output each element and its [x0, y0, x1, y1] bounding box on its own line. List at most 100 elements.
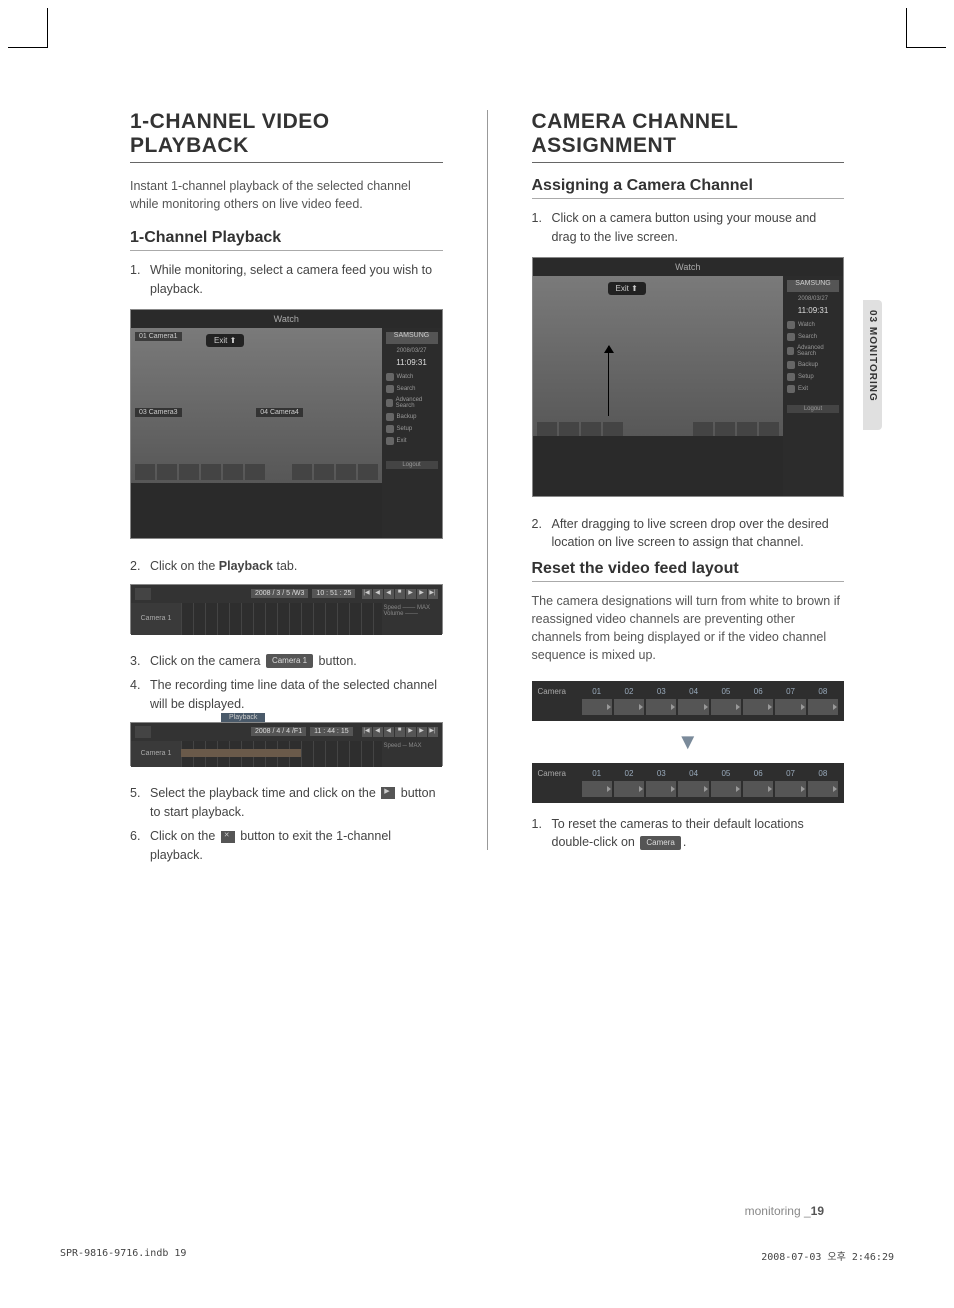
cam-slot[interactable]: [808, 699, 838, 715]
stop-icon[interactable]: ■: [395, 589, 405, 599]
step-2: 2. Click on the Playback tab.: [130, 557, 443, 576]
cam-slot[interactable]: [582, 699, 612, 715]
menu-advsearch[interactable]: Advanced Search: [787, 343, 839, 359]
menu-setup[interactable]: Setup: [386, 423, 438, 435]
step-text: Click on the Playback tab.: [150, 557, 443, 576]
menu-watch[interactable]: Watch: [787, 319, 839, 331]
next-icon[interactable]: ▶: [417, 589, 427, 599]
print-metadata: SPR-9816-9716.indb 19 2008-07-03 오후 2:46…: [60, 1248, 894, 1263]
play-icon[interactable]: ▶: [406, 589, 416, 599]
exit-button[interactable]: Exit ⬆: [608, 282, 646, 295]
step-text: Select the playback time and click on th…: [150, 784, 443, 822]
next-icon[interactable]: ▶: [417, 727, 427, 737]
cam-slot[interactable]: [646, 781, 676, 797]
play-icon-button[interactable]: [381, 787, 395, 799]
camera-label[interactable]: Camera: [538, 769, 582, 797]
layout-btn[interactable]: [179, 464, 199, 480]
rew-icon[interactable]: ◀: [384, 589, 394, 599]
layout-btn[interactable]: [157, 464, 177, 480]
skip-start-icon[interactable]: |◀: [362, 727, 372, 737]
right-column: CAMERA CHANNEL ASSIGNMENT Assigning a Ca…: [532, 110, 845, 871]
tl-time[interactable]: 11 : 44 : 15: [310, 727, 353, 736]
tool-btn[interactable]: [336, 464, 356, 480]
tl-camera-label[interactable]: Camera 1: [131, 603, 181, 635]
menu-backup[interactable]: Backup: [787, 359, 839, 371]
camera1-button[interactable]: Camera 1: [266, 654, 313, 668]
exit-button[interactable]: Exit ⬆: [206, 334, 244, 347]
tl-time[interactable]: 10 : 51 : 25: [312, 589, 355, 598]
playback-controls: |◀ ◀ ◀ ■ ▶ ▶ ▶|: [362, 727, 442, 737]
menu-exit[interactable]: Exit: [386, 435, 438, 447]
camera-label-button[interactable]: Camera: [640, 836, 680, 850]
cam-slot[interactable]: [614, 699, 644, 715]
subheading-assign: Assigning a Camera Channel: [532, 177, 845, 199]
step-num: 1.: [130, 261, 150, 299]
section-heading-assignment: CAMERA CHANNEL ASSIGNMENT: [532, 110, 845, 163]
cam-slot[interactable]: [678, 699, 708, 715]
tool-btn[interactable]: [314, 464, 334, 480]
tl-camera-label[interactable]: Camera 1: [131, 741, 181, 767]
ss-sidebar: SAMSUNG 2008/03/27 11:09:31 Watch Search…: [382, 328, 442, 538]
menu-setup[interactable]: Setup: [787, 371, 839, 383]
logout-button[interactable]: Logout: [386, 461, 438, 469]
timeline-screenshot-1: 2008 / 3 / 5 /W3 10 : 51 : 25 |◀ ◀ ◀ ■ ▶…: [130, 584, 443, 634]
cam-slot[interactable]: [743, 699, 773, 715]
step-text: Click on a camera button using your mous…: [552, 209, 845, 247]
tool-btn[interactable]: [358, 464, 378, 480]
ss-date: 2008/03/27: [787, 296, 839, 302]
layout-btn[interactable]: [135, 464, 155, 480]
cam-slot[interactable]: [808, 781, 838, 797]
ss-bottom-panel: [131, 483, 382, 538]
cam-slot[interactable]: [646, 699, 676, 715]
logout-button[interactable]: Logout: [787, 405, 839, 413]
skip-end-icon[interactable]: ▶|: [428, 727, 438, 737]
ss-date: 2008/03/27: [386, 348, 438, 354]
layout-btn[interactable]: [201, 464, 221, 480]
cam-slot[interactable]: [678, 781, 708, 797]
exit-icon-button[interactable]: [221, 831, 235, 843]
cam-slot[interactable]: [775, 699, 805, 715]
search-icon: [386, 385, 394, 393]
prev-icon[interactable]: ◀: [373, 589, 383, 599]
stop-icon[interactable]: ■: [395, 727, 405, 737]
menu-exit[interactable]: Exit: [787, 383, 839, 395]
menu-backup[interactable]: Backup: [386, 411, 438, 423]
skip-start-icon[interactable]: |◀: [362, 589, 372, 599]
menu-watch[interactable]: Watch: [386, 371, 438, 383]
ss-video-area: Exit ⬆ 01 Camera1 03 Camera3 04 Camera4: [131, 328, 382, 538]
cam-badge-1: 01 Camera1: [135, 332, 182, 341]
tl-date[interactable]: 2008 / 4 / 4 /F1: [251, 727, 306, 736]
menu-search[interactable]: Search: [386, 383, 438, 395]
advsearch-icon: [386, 399, 393, 407]
step-text: While monitoring, select a camera feed y…: [150, 261, 443, 299]
menu-search[interactable]: Search: [787, 331, 839, 343]
tl-date[interactable]: 2008 / 3 / 5 /W3: [251, 589, 308, 598]
playback-tab[interactable]: Playback: [221, 713, 265, 722]
left-column: 1-CHANNEL VIDEO PLAYBACK Instant 1-chann…: [130, 110, 443, 871]
layout-btn[interactable]: [245, 464, 265, 480]
cam-slot[interactable]: [743, 781, 773, 797]
rew-icon[interactable]: ◀: [384, 727, 394, 737]
step-1: 1. While monitoring, select a camera fee…: [130, 261, 443, 299]
play-icon[interactable]: ▶: [406, 727, 416, 737]
step-text: The recording time line data of the sele…: [150, 676, 443, 714]
tl-grid[interactable]: [181, 741, 382, 767]
refresh-icon[interactable]: [135, 588, 151, 600]
cam-slot[interactable]: [614, 781, 644, 797]
layout-btn[interactable]: [223, 464, 243, 480]
screenshot-assign: Watch Exit ⬆: [532, 257, 845, 497]
cam-slot[interactable]: [582, 781, 612, 797]
advsearch-icon: [787, 347, 794, 355]
menu-advsearch[interactable]: Advanced Search: [386, 395, 438, 411]
cam-slot[interactable]: [711, 781, 741, 797]
refresh-icon[interactable]: [135, 726, 151, 738]
reset-intro: The camera designations will turn from w…: [532, 592, 845, 665]
cam-slot[interactable]: [711, 699, 741, 715]
camera-label[interactable]: Camera: [538, 687, 582, 715]
tool-btn[interactable]: [292, 464, 312, 480]
step-num: 6.: [130, 827, 150, 865]
tl-grid[interactable]: [181, 603, 382, 635]
skip-end-icon[interactable]: ▶|: [428, 589, 438, 599]
prev-icon[interactable]: ◀: [373, 727, 383, 737]
cam-slot[interactable]: [775, 781, 805, 797]
